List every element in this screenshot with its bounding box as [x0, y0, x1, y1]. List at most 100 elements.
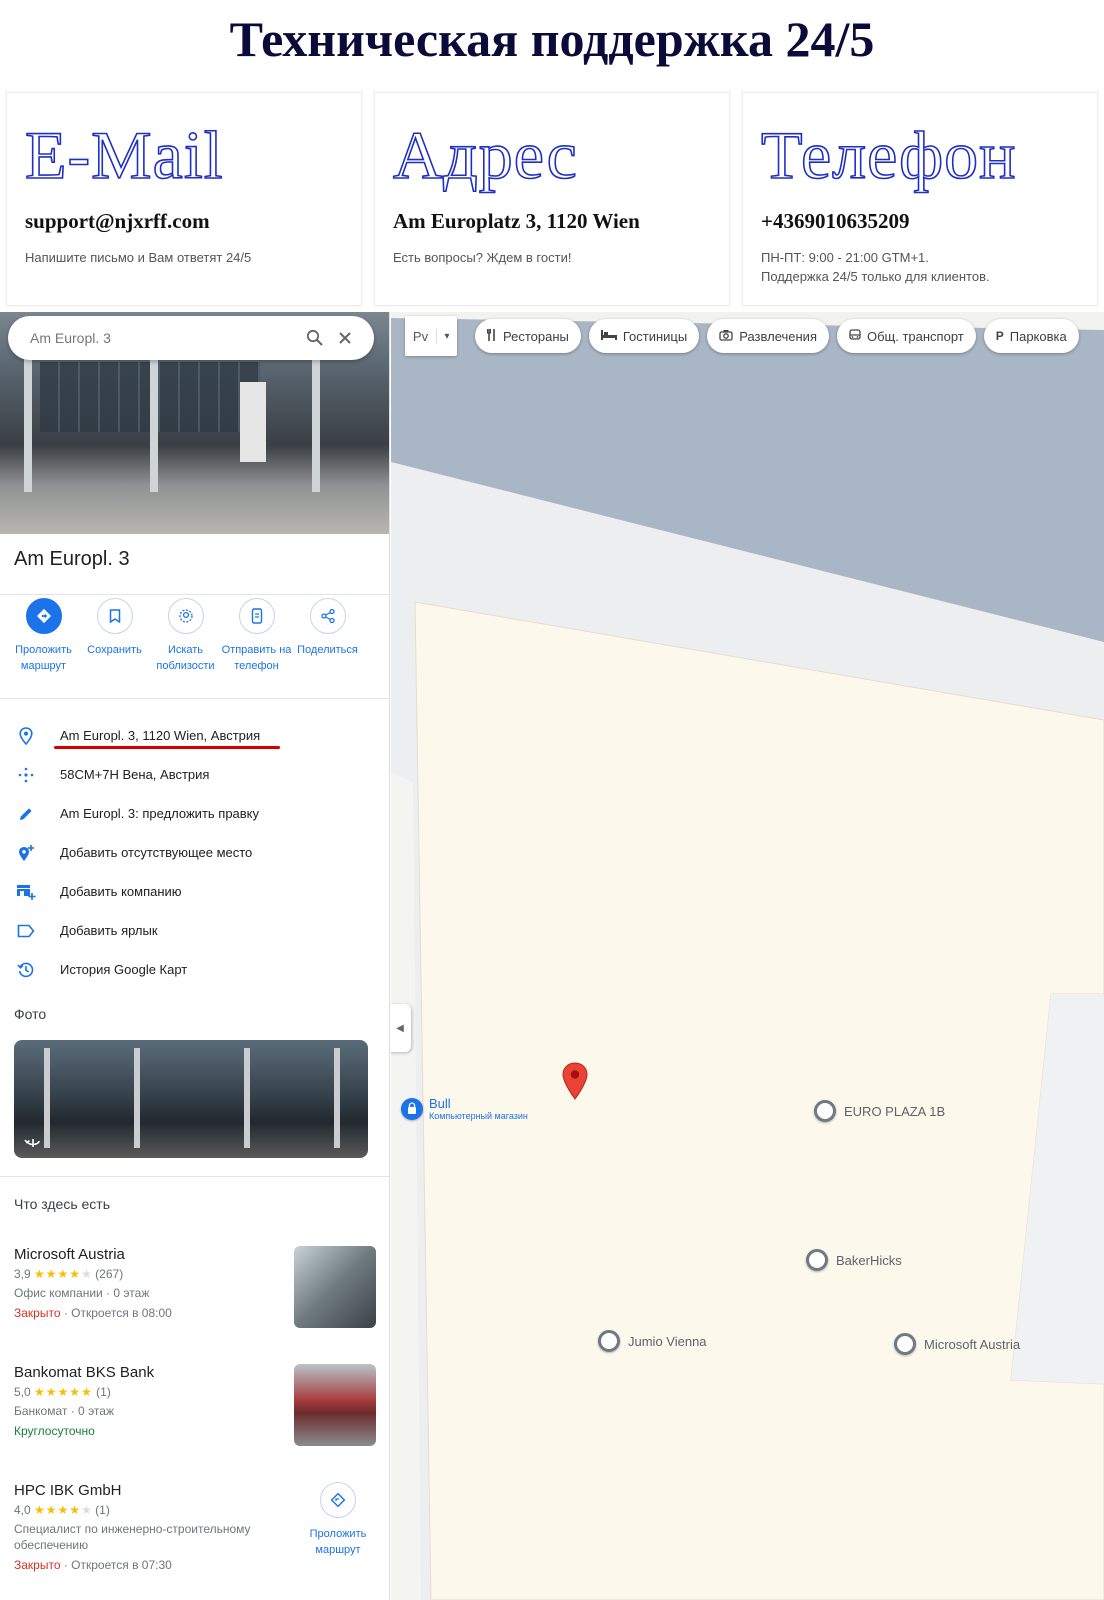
chip-restaurants[interactable]: Рестораны — [475, 319, 581, 353]
chip-entertainment[interactable]: Развлечения — [707, 319, 829, 353]
chip-parking[interactable]: P Парковка — [983, 319, 1079, 353]
business-type: Специалист по инженерно-строительному об… — [14, 1522, 251, 1552]
status-detail: · Откроется в 08:00 — [60, 1306, 172, 1320]
directions-icon — [25, 598, 62, 634]
divider — [0, 1176, 389, 1177]
action-label: Сохранить — [87, 644, 142, 656]
business-item[interactable]: Microsoft Austria 3,9 ★★★★★ (267) Офис к… — [14, 1246, 376, 1328]
location-pin-icon — [0, 726, 52, 745]
add-label-text: Добавить ярлык — [60, 923, 158, 938]
chip-label: Парковка — [1009, 328, 1067, 344]
map-pin-icon[interactable] — [561, 1062, 589, 1100]
language-selector[interactable]: Pv ▾ — [405, 316, 457, 356]
maps-history-row[interactable]: История Google Карт — [0, 950, 389, 989]
add-missing-place-row[interactable]: Добавить отсутствующее место — [0, 833, 389, 872]
action-label: Проложить маршрут — [15, 644, 72, 672]
share-button[interactable]: Поделиться — [292, 598, 363, 674]
business-directions-button[interactable]: Проложить маршрут — [306, 1482, 370, 1558]
share-icon — [309, 598, 346, 634]
photos-heading: Фото — [14, 1006, 47, 1022]
business-hours: Закрыто · Откроется в 07:30 — [14, 1557, 376, 1573]
chip-label: Развлечения — [739, 328, 817, 344]
add-business-text: Добавить компанию — [60, 884, 182, 899]
bookmark-icon — [96, 598, 133, 634]
bus-icon — [849, 328, 861, 344]
poi-bull[interactable]: Bull Компьютерный магазин — [401, 1096, 528, 1121]
collapse-panel-button[interactable]: ◀ — [391, 1004, 411, 1052]
phone-card: Телефон +4369010635209 ПН-ПТ: 9:00 - 21:… — [742, 92, 1098, 306]
poi-name: Bull — [429, 1096, 451, 1111]
close-icon[interactable] — [330, 331, 360, 345]
review-count: (267) — [95, 1267, 124, 1281]
poi-name: Jumio Vienna — [628, 1333, 707, 1349]
place-title: Am Europl. 3 — [14, 548, 130, 570]
rating-stars: ★★★★★ — [34, 1385, 93, 1399]
poi-marker-icon — [806, 1249, 828, 1271]
suggest-edit-row[interactable]: Am Europl. 3: предложить правку — [0, 794, 389, 833]
address-value: Am Europlatz 3, 1120 Wien — [393, 209, 640, 233]
save-button[interactable]: Сохранить — [79, 598, 150, 674]
search-box[interactable]: Am Europl. 3 — [8, 316, 374, 360]
divider — [0, 698, 389, 699]
chip-hotels[interactable]: Гостиницы — [588, 319, 700, 353]
business-photo[interactable] — [294, 1364, 376, 1446]
poi-marker-icon — [598, 1330, 620, 1352]
chip-label: Рестораны — [503, 328, 569, 344]
add-missing-place-text: Добавить отсутствующее место — [60, 845, 253, 860]
action-bar: Проложить маршрут Сохранить Искать побли… — [8, 598, 378, 674]
business-item[interactable]: HPC IBK GmbH 4,0 ★★★★★ (1) Специалист по… — [14, 1482, 376, 1573]
building-pillar — [24, 352, 32, 492]
poi-euro-plaza[interactable]: EURO PLAZA 1B — [814, 1100, 945, 1122]
map-canvas[interactable]: Pv ▾ Рестораны Гостиницы Развлечения Общ.… — [391, 312, 1104, 1600]
address-underline — [54, 746, 280, 749]
email-card: E-Mail support@njxrff.com Напишите письм… — [6, 92, 362, 306]
business-item[interactable]: Bankomat BKS Bank 5,0 ★★★★★ (1) Банкомат… — [14, 1364, 376, 1446]
add-label-row[interactable]: Добавить ярлык — [0, 911, 389, 950]
rating-value: 5,0 — [14, 1385, 31, 1399]
status-open: Круглосуточно — [14, 1424, 95, 1438]
poi-category: Компьютерный магазин — [429, 1111, 528, 1121]
directions-button[interactable]: Проложить маршрут — [8, 598, 79, 674]
suggest-edit-text: Am Europl. 3: предложить правку — [60, 806, 260, 821]
address-row[interactable]: Am Europl. 3, 1120 Wien, Австрия — [0, 716, 389, 755]
add-place-icon — [0, 844, 52, 862]
action-label: Отправить на телефон — [221, 644, 292, 672]
plus-code-row[interactable]: 58CM+7H Вена, Австрия — [0, 755, 389, 794]
poi-jumio[interactable]: Jumio Vienna — [598, 1330, 707, 1352]
poi-bakerhicks[interactable]: BakerHicks — [806, 1249, 902, 1271]
card-note: Есть вопросы? Ждем в гости! — [393, 250, 572, 265]
shopping-bag-icon — [401, 1097, 423, 1120]
card-heading: Адрес — [392, 116, 578, 194]
card-note-line: ПН-ПТ: 9:00 - 21:00 GTM+1. — [761, 250, 929, 265]
plus-code-text: 58CM+7H Вена, Австрия — [60, 767, 210, 782]
map-background — [391, 312, 1104, 1600]
send-to-phone-button[interactable]: Отправить на телефон — [221, 598, 292, 674]
poi-microsoft[interactable]: Microsoft Austria — [894, 1333, 1020, 1355]
building-sign — [240, 382, 266, 462]
building-pillar — [312, 352, 320, 492]
language-value: Pv — [405, 328, 437, 344]
card-note: Напишите письмо и Вам ответят 24/5 — [25, 250, 252, 265]
add-business-row[interactable]: Добавить компанию — [0, 872, 389, 911]
photo-pillar — [244, 1048, 250, 1148]
email-value[interactable]: support@njxrff.com — [25, 209, 343, 234]
photo-thumbnail[interactable] — [14, 1040, 368, 1158]
poi-marker-icon — [814, 1100, 836, 1122]
place-info-list: Am Europl. 3, 1120 Wien, Австрия 58CM+7H… — [0, 716, 389, 989]
action-label: Проложить маршрут — [309, 1528, 367, 1556]
action-label: Искать поблизости — [156, 644, 215, 672]
card-heading: E-Mail — [24, 116, 224, 194]
pencil-icon — [0, 806, 52, 822]
nearby-button[interactable]: Искать поблизости — [150, 598, 221, 674]
building-pillar — [150, 352, 158, 492]
add-business-icon — [0, 883, 52, 901]
search-icon[interactable] — [300, 329, 330, 347]
poi-name: Microsoft Austria — [924, 1336, 1021, 1352]
search-input[interactable]: Am Europl. 3 — [30, 330, 300, 346]
business-photo[interactable] — [294, 1246, 376, 1328]
photo-pillar — [44, 1048, 50, 1148]
address-text: Am Europl. 3, 1120 Wien, Австрия — [60, 728, 261, 743]
chip-transit[interactable]: Общ. транспорт — [836, 319, 976, 353]
divider — [0, 594, 389, 595]
phone-value[interactable]: +4369010635209 — [761, 209, 1079, 234]
